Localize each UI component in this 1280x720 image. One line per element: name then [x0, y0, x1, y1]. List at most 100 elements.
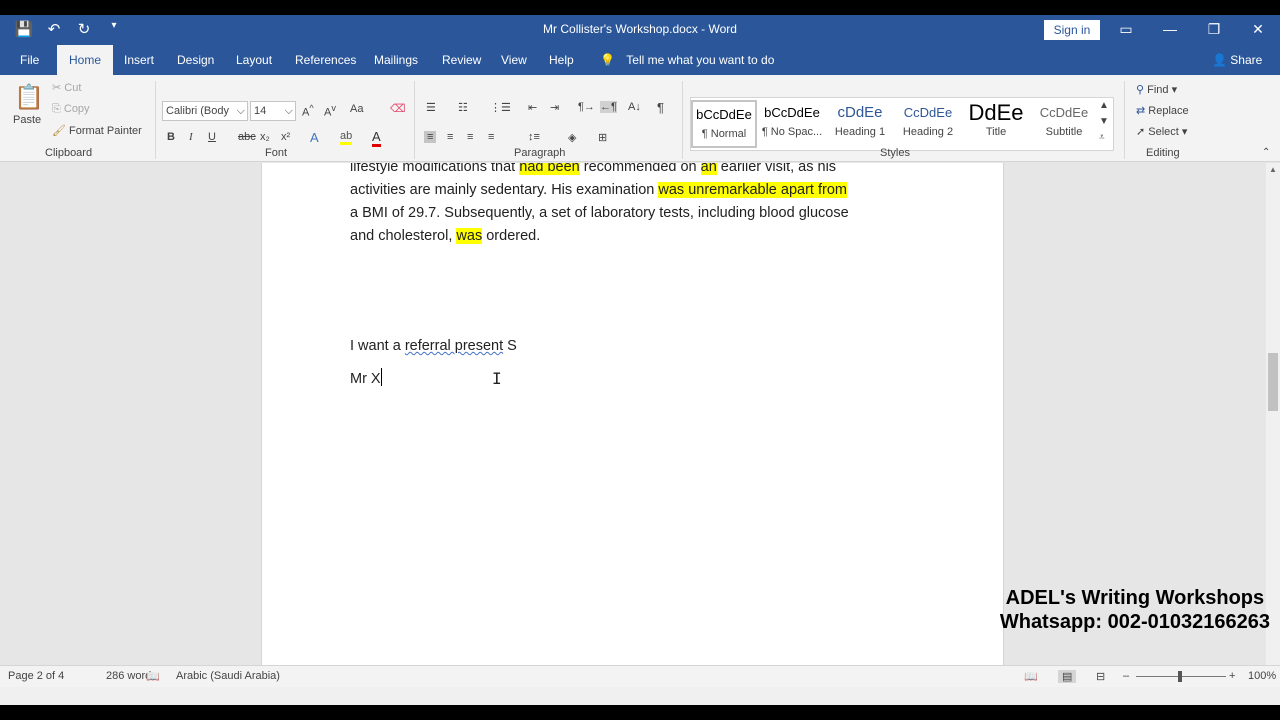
- italic-button[interactable]: I: [189, 131, 193, 143]
- text-run: recommended on: [579, 163, 701, 175]
- typed-paragraph[interactable]: Mr X: [350, 368, 920, 391]
- style-name: ¶ No Spac...: [761, 126, 823, 138]
- text-effects-icon[interactable]: A: [310, 130, 319, 145]
- tab-design[interactable]: Design: [175, 45, 216, 75]
- decrease-indent-icon[interactable]: ⇤: [528, 101, 537, 114]
- proofing-icon[interactable]: 📖: [146, 670, 160, 683]
- ribbon-home: 📋 Paste ✂ Cut ⎘ Copy 🖌 Format Painter Cl…: [0, 75, 1280, 162]
- divider: [155, 81, 156, 159]
- style-no-spacing[interactable]: bCcDdEe ¶ No Spac...: [759, 100, 825, 148]
- style-name: ¶ Normal: [701, 128, 747, 140]
- tab-help[interactable]: Help: [547, 45, 576, 75]
- select-button[interactable]: ➚ Select ▾: [1136, 125, 1187, 138]
- tell-me-search[interactable]: 💡 Tell me what you want to do: [600, 45, 774, 75]
- styles-scroll-down-icon[interactable]: ▼: [1099, 116, 1109, 127]
- tab-review[interactable]: Review: [440, 45, 483, 75]
- align-center-icon[interactable]: ≡: [447, 131, 453, 143]
- borders-icon[interactable]: ⊞: [598, 131, 607, 144]
- print-layout-icon[interactable]: ▤: [1058, 670, 1077, 683]
- font-family-combo[interactable]: Calibri (Body ⌵: [162, 101, 248, 121]
- style-name: Title: [985, 126, 1007, 138]
- multilevel-list-icon[interactable]: ⋮☰: [490, 101, 511, 114]
- body-paragraph[interactable]: lifestyle modifications that had been re…: [350, 163, 920, 248]
- restore-icon[interactable]: ❐: [1192, 15, 1236, 45]
- rtl-icon[interactable]: ←¶: [600, 101, 617, 113]
- ribbon-tabs: File Home Insert Design Layout Reference…: [0, 45, 1280, 75]
- styles-more-icon[interactable]: ⩡: [1099, 132, 1105, 143]
- find-button[interactable]: ⚲ Find ▾: [1136, 83, 1177, 96]
- numbering-icon[interactable]: ☷: [458, 101, 468, 114]
- spelling-flagged-text[interactable]: referral present: [405, 338, 503, 354]
- read-mode-icon[interactable]: 📖: [1024, 670, 1038, 683]
- ltr-icon[interactable]: ¶→: [578, 101, 595, 113]
- paste-icon[interactable]: 📋: [14, 83, 44, 112]
- subscript-button[interactable]: x₂: [260, 131, 270, 143]
- clear-formatting-icon[interactable]: ⌫: [390, 102, 406, 115]
- zoom-slider-thumb[interactable]: [1178, 671, 1182, 682]
- text-run: activities are mainly sedentary. His exa…: [350, 182, 659, 198]
- align-left-icon[interactable]: ≡: [424, 131, 437, 143]
- zoom-out-icon[interactable]: –: [1123, 670, 1129, 682]
- change-case-button[interactable]: Aa: [350, 103, 363, 115]
- bullets-icon[interactable]: ☰: [426, 101, 436, 114]
- divider: [1124, 81, 1125, 159]
- replace-button[interactable]: ⇄ Replace: [1136, 104, 1189, 117]
- language-indicator[interactable]: Arabic (Saudi Arabia): [176, 670, 280, 682]
- divider: [414, 81, 415, 159]
- styles-scroll-up-icon[interactable]: ▲: [1099, 100, 1109, 111]
- increase-indent-icon[interactable]: ⇥: [550, 101, 559, 114]
- sign-in-button[interactable]: Sign in: [1044, 20, 1100, 40]
- styles-group-label: Styles: [880, 147, 910, 159]
- document-page[interactable]: lifestyle modifications that had been re…: [261, 163, 1004, 665]
- person-icon: 👤: [1212, 53, 1227, 67]
- style-normal[interactable]: bCcDdEe ¶ Normal: [691, 100, 757, 148]
- highlight-color-icon[interactable]: ab: [340, 130, 353, 145]
- style-subtitle[interactable]: CcDdEe Subtitle: [1031, 100, 1097, 148]
- status-bar: Page 2 of 4 286 words 📖 Arabic (Saudi Ar…: [0, 665, 1280, 687]
- replace-icon: ⇄: [1136, 105, 1146, 117]
- justify-icon[interactable]: ≡: [488, 131, 494, 143]
- ribbon-display-icon[interactable]: ▭: [1104, 15, 1148, 45]
- line-spacing-icon[interactable]: ↕≡: [528, 131, 540, 143]
- superscript-button[interactable]: x²: [281, 131, 290, 143]
- minimize-icon[interactable]: —: [1148, 15, 1192, 45]
- tab-mailings[interactable]: Mailings: [372, 45, 420, 75]
- close-icon[interactable]: ✕: [1236, 15, 1280, 45]
- shrink-font-icon[interactable]: Av: [324, 103, 336, 119]
- scroll-up-icon[interactable]: ▲: [1269, 165, 1277, 174]
- zoom-level[interactable]: 100%: [1248, 670, 1276, 682]
- collapse-ribbon-icon[interactable]: ⌃: [1262, 147, 1270, 158]
- align-right-icon[interactable]: ≡: [467, 131, 473, 143]
- style-heading-1[interactable]: cDdEe Heading 1: [827, 100, 893, 148]
- typed-paragraph[interactable]: I want a referral present S: [350, 335, 920, 358]
- style-title[interactable]: DdEe Title: [963, 100, 1029, 148]
- page-count[interactable]: Page 2 of 4: [8, 670, 64, 682]
- font-size-combo[interactable]: 14 ⌵: [250, 101, 296, 121]
- shading-icon[interactable]: ◈: [568, 131, 576, 144]
- taskbar-strip: [0, 687, 1280, 705]
- underline-button[interactable]: U: [208, 131, 216, 143]
- format-painter-button[interactable]: 🖌 Format Painter: [52, 124, 142, 137]
- zoom-in-icon[interactable]: +: [1229, 670, 1235, 682]
- cut-button[interactable]: ✂ Cut: [52, 81, 81, 94]
- tab-insert[interactable]: Insert: [122, 45, 156, 75]
- grow-font-icon[interactable]: A^: [302, 103, 314, 119]
- tab-home[interactable]: Home: [57, 45, 114, 75]
- tab-view[interactable]: View: [499, 45, 529, 75]
- strikethrough-button[interactable]: abc: [238, 131, 256, 143]
- show-marks-button[interactable]: ¶: [657, 100, 664, 115]
- tab-file[interactable]: File: [18, 45, 41, 75]
- sort-icon[interactable]: A↓: [628, 101, 641, 113]
- web-layout-icon[interactable]: ⊟: [1096, 670, 1105, 683]
- font-family-value: Calibri (Body: [166, 105, 229, 117]
- scrollbar-thumb[interactable]: [1268, 353, 1278, 411]
- copy-button[interactable]: ⎘ Copy: [52, 103, 90, 116]
- style-heading-2[interactable]: CcDdEe Heading 2: [895, 100, 961, 148]
- tab-layout[interactable]: Layout: [234, 45, 274, 75]
- font-color-icon[interactable]: A: [372, 129, 381, 147]
- share-button[interactable]: 👤 Share: [1212, 45, 1262, 75]
- paste-button[interactable]: Paste: [13, 114, 41, 126]
- select-label: Select: [1148, 126, 1179, 138]
- tab-references[interactable]: References: [293, 45, 358, 75]
- bold-button[interactable]: B: [167, 131, 175, 143]
